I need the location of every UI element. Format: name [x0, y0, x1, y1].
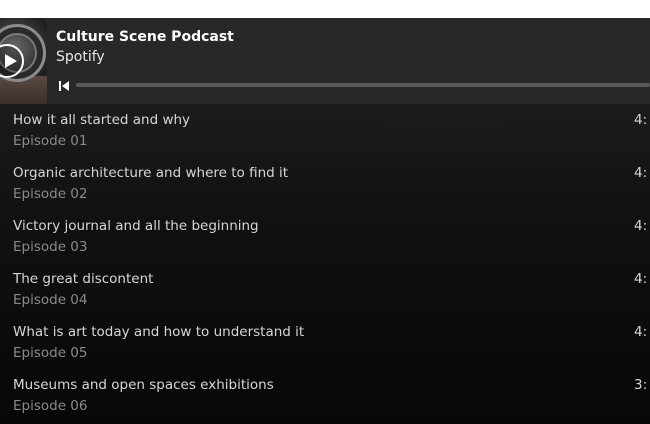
episode-title: Organic architecture and where to find i…	[13, 165, 289, 181]
skip-previous-icon	[59, 81, 69, 91]
episode-title: Victory journal and all the beginning	[13, 218, 259, 234]
progress-bar[interactable]	[76, 83, 650, 87]
episode-title: Museums and open spaces exhibitions	[13, 377, 274, 393]
player-header: Culture Scene Podcast Spotify	[0, 18, 650, 104]
play-icon	[5, 54, 17, 68]
episode-item[interactable]: Organic architecture and where to find i…	[0, 157, 650, 210]
podcast-player: Culture Scene Podcast Spotify How it all…	[0, 18, 650, 424]
episode-number: Episode 04	[13, 292, 88, 308]
episode-number: Episode 02	[13, 186, 88, 202]
episode-list: How it all started and why Episode 01 4:…	[0, 104, 650, 422]
episode-number: Episode 03	[13, 239, 88, 255]
episode-duration: 4:	[634, 324, 648, 340]
episode-item[interactable]: The great discontent Episode 04 4:	[0, 263, 650, 316]
podcast-platform: Spotify	[56, 49, 105, 65]
episode-item[interactable]: What is art today and how to understand …	[0, 316, 650, 369]
episode-item[interactable]: Victory journal and all the beginning Ep…	[0, 210, 650, 263]
episode-title: What is art today and how to understand …	[13, 324, 305, 340]
cover-art	[0, 18, 47, 104]
episode-number: Episode 05	[13, 345, 88, 361]
skip-previous-button[interactable]	[57, 78, 71, 92]
episode-duration: 4:	[634, 271, 648, 287]
episode-item[interactable]: Museums and open spaces exhibitions Epis…	[0, 369, 650, 422]
episode-title: How it all started and why	[13, 112, 191, 128]
episode-number: Episode 06	[13, 398, 88, 414]
episode-duration: 4:	[634, 218, 648, 234]
podcast-title: Culture Scene Podcast	[56, 29, 234, 45]
episode-duration: 4:	[634, 112, 648, 128]
episode-duration: 4:	[634, 165, 648, 181]
episode-number: Episode 01	[13, 133, 88, 149]
episode-title: The great discontent	[13, 271, 154, 287]
episode-item[interactable]: How it all started and why Episode 01 4:	[0, 104, 650, 157]
episode-duration: 3:	[634, 377, 648, 393]
